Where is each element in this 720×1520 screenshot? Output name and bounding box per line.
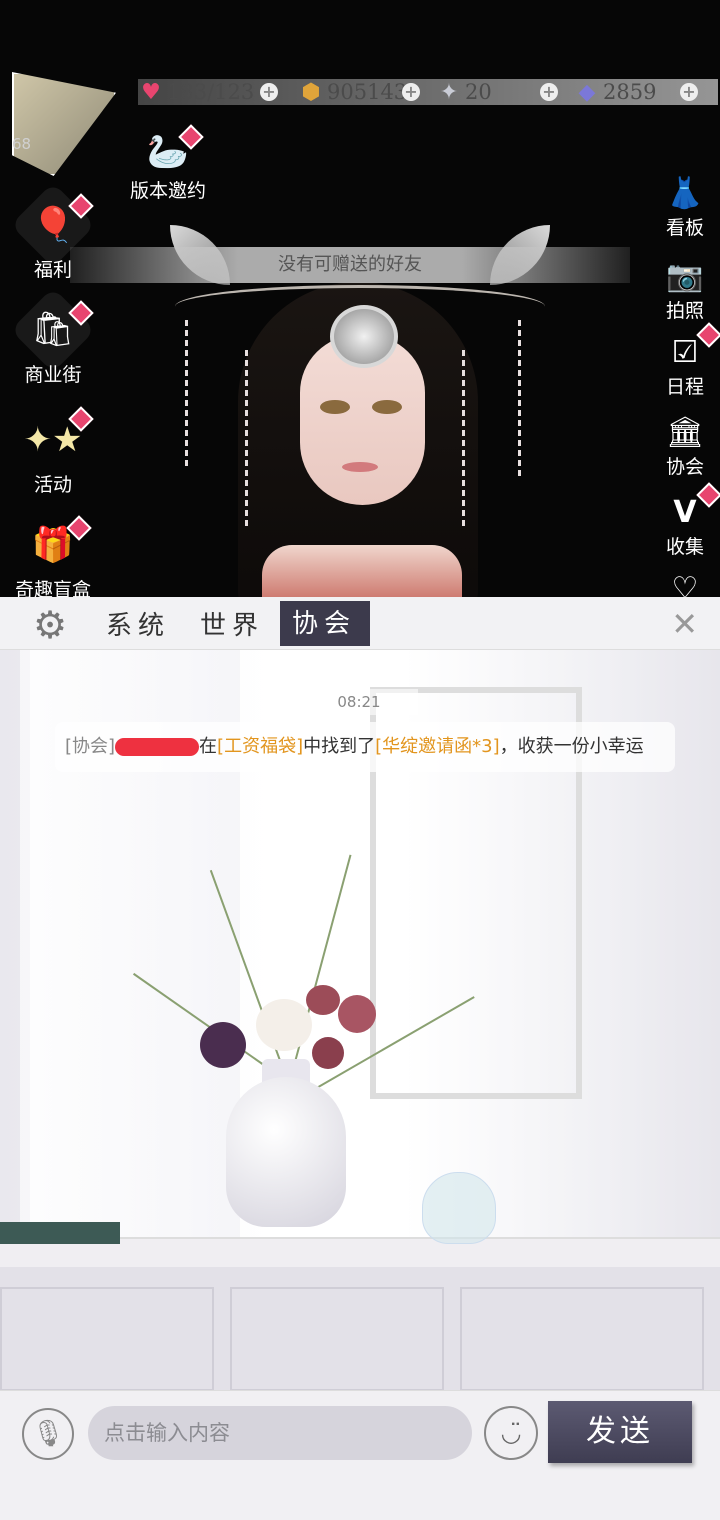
tab-association[interactable]: 协会 <box>280 601 371 646</box>
add-crystal-button[interactable]: + <box>540 83 558 101</box>
add-diamond-button[interactable]: + <box>680 83 698 101</box>
add-stamina-button[interactable]: + <box>260 83 278 101</box>
schedule-button[interactable]: ☑ 日程 <box>660 322 720 399</box>
cabinet-door <box>460 1287 704 1391</box>
emoji-icon[interactable]: ◡̈ <box>484 1406 538 1460</box>
version-invite-label: 版本邀约 <box>129 180 206 202</box>
character-robe <box>262 545 462 597</box>
schedule-label: 日程 <box>665 376 704 398</box>
collection-label: 收集 <box>665 536 704 558</box>
heart-circle-icon: ♡ <box>671 571 699 597</box>
close-icon[interactable]: ✕ <box>671 605 698 643</box>
message-item[interactable]: [华绽邀请函*3] <box>375 736 500 757</box>
message-suffix: ，收获一份小幸运 <box>499 736 644 757</box>
message-action: 在 <box>199 736 218 757</box>
heart-gem-icon: ♥ <box>141 79 161 105</box>
camera-icon: 📷 <box>666 259 704 294</box>
chat-input[interactable] <box>88 1406 472 1460</box>
avatar-image <box>12 72 116 176</box>
game-scene: 68 ♥ 183/123 + ⬢ 905143 + ✦ 20 + ◆ 2859 … <box>0 0 720 597</box>
shopping-bag-icon: 🛍 <box>10 287 96 373</box>
vase <box>226 1077 346 1227</box>
chat-message: [协会] 在[工资福袋]中找到了[华绽邀请函*3]，收获一份小幸运 <box>55 722 675 772</box>
photo-button[interactable]: 📷 拍照 <box>660 258 710 323</box>
diamond-icon: ◆ <box>578 79 596 105</box>
diamond-value: 2859 <box>603 80 657 104</box>
association-label: 协会 <box>665 456 704 478</box>
input-bar: 🎙 ◡̈ 发送 <box>0 1390 720 1520</box>
activity-button[interactable]: ✦★ 活动 <box>16 406 94 497</box>
add-gold-button[interactable]: + <box>402 83 420 101</box>
shopping-street-button[interactable]: 🛍 商业街 <box>10 287 96 387</box>
tab-world[interactable]: 世界 <box>200 605 264 642</box>
flower <box>338 995 376 1033</box>
microphone-icon[interactable]: 🎙 <box>22 1408 74 1460</box>
glass-bottle <box>422 1172 496 1244</box>
board-button[interactable]: 👗 看板 <box>660 175 710 240</box>
book <box>0 1222 120 1244</box>
stamina-value: 183/123 <box>167 80 255 104</box>
crystal-value: 20 <box>465 80 492 104</box>
heart-button[interactable]: ♡ <box>660 570 710 597</box>
diamond-counter: ◆ 2859 <box>574 78 657 106</box>
message-timestamp: 08:21 <box>300 689 418 715</box>
board-label: 看板 <box>665 217 704 239</box>
message-channel: [协会] <box>65 736 116 757</box>
flower <box>256 999 312 1051</box>
flower <box>200 1022 246 1068</box>
player-level: 68 <box>12 135 32 153</box>
tiara <box>330 305 398 368</box>
message-item-source[interactable]: [工资福袋] <box>217 736 303 757</box>
lips <box>342 462 378 472</box>
gold-counter: ⬢ 905143 <box>298 78 407 106</box>
flower <box>312 1037 344 1069</box>
notice-banner: 没有可赠送的好友 <box>70 247 630 283</box>
crystal-counter: ✦ 20 <box>436 78 492 106</box>
blind-box-label: 奇趣盲盒 <box>14 579 91 597</box>
redacted-username <box>115 738 200 756</box>
stamina-counter: ♥ 183/123 <box>138 78 254 106</box>
photo-label: 拍照 <box>665 300 704 322</box>
cabinet-door <box>230 1287 444 1391</box>
left-eye <box>320 400 350 414</box>
crystal-icon: ✦ <box>439 79 459 105</box>
building-icon: 🏛 <box>665 415 705 450</box>
gear-icon[interactable]: ⚙ <box>28 603 72 647</box>
blind-box-button[interactable]: 🎁 奇趣盲盒 <box>6 515 100 597</box>
cabinet <box>0 1267 720 1397</box>
cabinet-door <box>0 1287 214 1391</box>
tassel <box>245 350 248 530</box>
collection-button[interactable]: V 收集 <box>660 482 720 559</box>
tassel <box>185 320 188 470</box>
chat-panel: ⚙ 系统 世界 协会 ✕ 08:21 [协会] 在[工资福袋]中找到了[华绽邀请函… <box>0 597 720 1520</box>
send-button[interactable]: 发送 <box>548 1401 692 1463</box>
version-invite-button[interactable]: 🦢 版本邀约 <box>120 124 216 203</box>
message-found: 中找到了 <box>303 736 376 757</box>
flower <box>306 985 340 1015</box>
dress-icon: 👗 <box>666 176 704 211</box>
tassel <box>518 320 521 480</box>
tab-system[interactable]: 系统 <box>106 605 170 642</box>
right-eye <box>372 400 402 414</box>
gold-value: 905143 <box>327 80 408 104</box>
activity-label: 活动 <box>33 474 72 496</box>
gold-coin-icon: ⬢ <box>301 79 321 105</box>
tassel <box>462 350 465 530</box>
chat-tabs: ⚙ 系统 世界 协会 ✕ <box>0 597 720 650</box>
association-button[interactable]: 🏛 协会 <box>660 414 710 479</box>
